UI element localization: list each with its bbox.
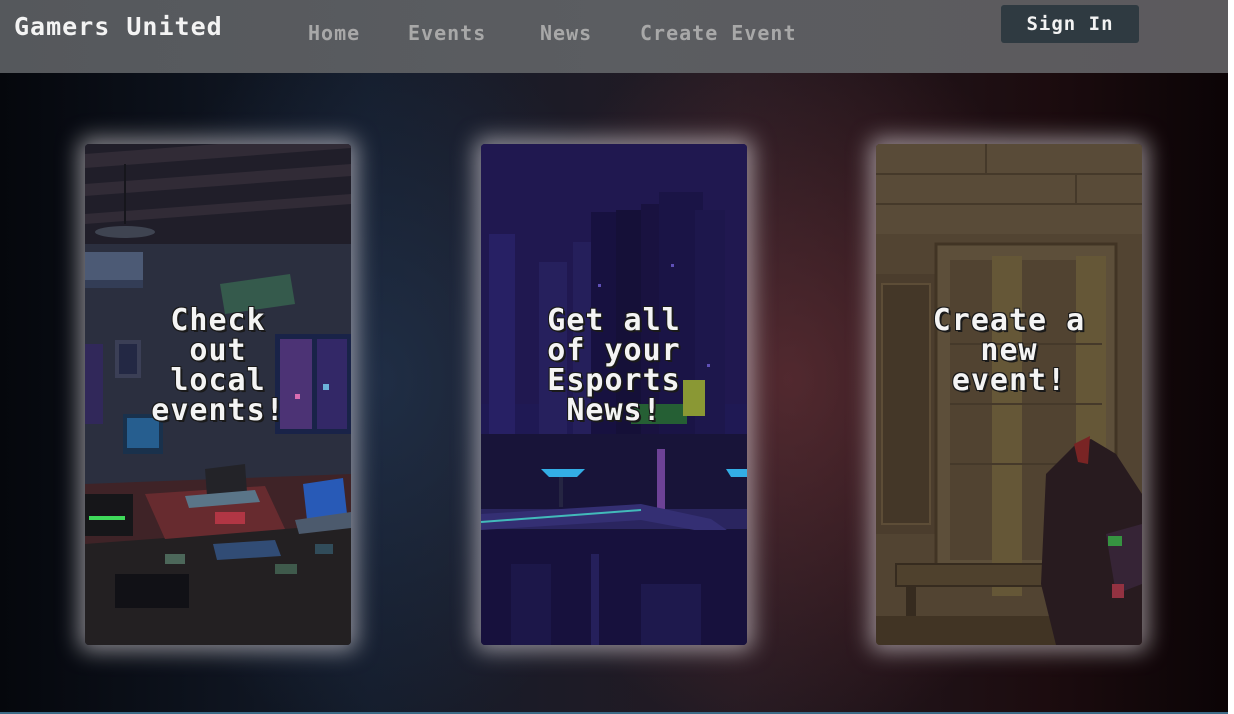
top-navbar: Gamers United Home Events News Create Ev… — [0, 0, 1228, 73]
card-title-local-events: Check out local events! — [151, 303, 285, 428]
brand-logo[interactable]: Gamers United — [14, 12, 223, 41]
nav-create-event[interactable]: Create Event — [640, 21, 797, 45]
nav-home[interactable]: Home — [308, 21, 360, 45]
card-title-esports-news: Get all of your Esports News! — [547, 303, 681, 428]
card-local-events[interactable]: Check out local events! — [85, 144, 351, 645]
nav-news[interactable]: News — [540, 21, 592, 45]
card-title-create-event: Create a new event! — [932, 303, 1086, 398]
card-create-event[interactable]: Create a new event! — [876, 144, 1142, 645]
sign-in-button[interactable]: Sign In — [1001, 5, 1139, 43]
scrollbar-gap — [1228, 600, 1234, 714]
nav-events[interactable]: Events — [408, 21, 486, 45]
card-esports-news[interactable]: Get all of your Esports News! — [481, 144, 747, 645]
page-background: Gamers United Home Events News Create Ev… — [0, 0, 1228, 714]
